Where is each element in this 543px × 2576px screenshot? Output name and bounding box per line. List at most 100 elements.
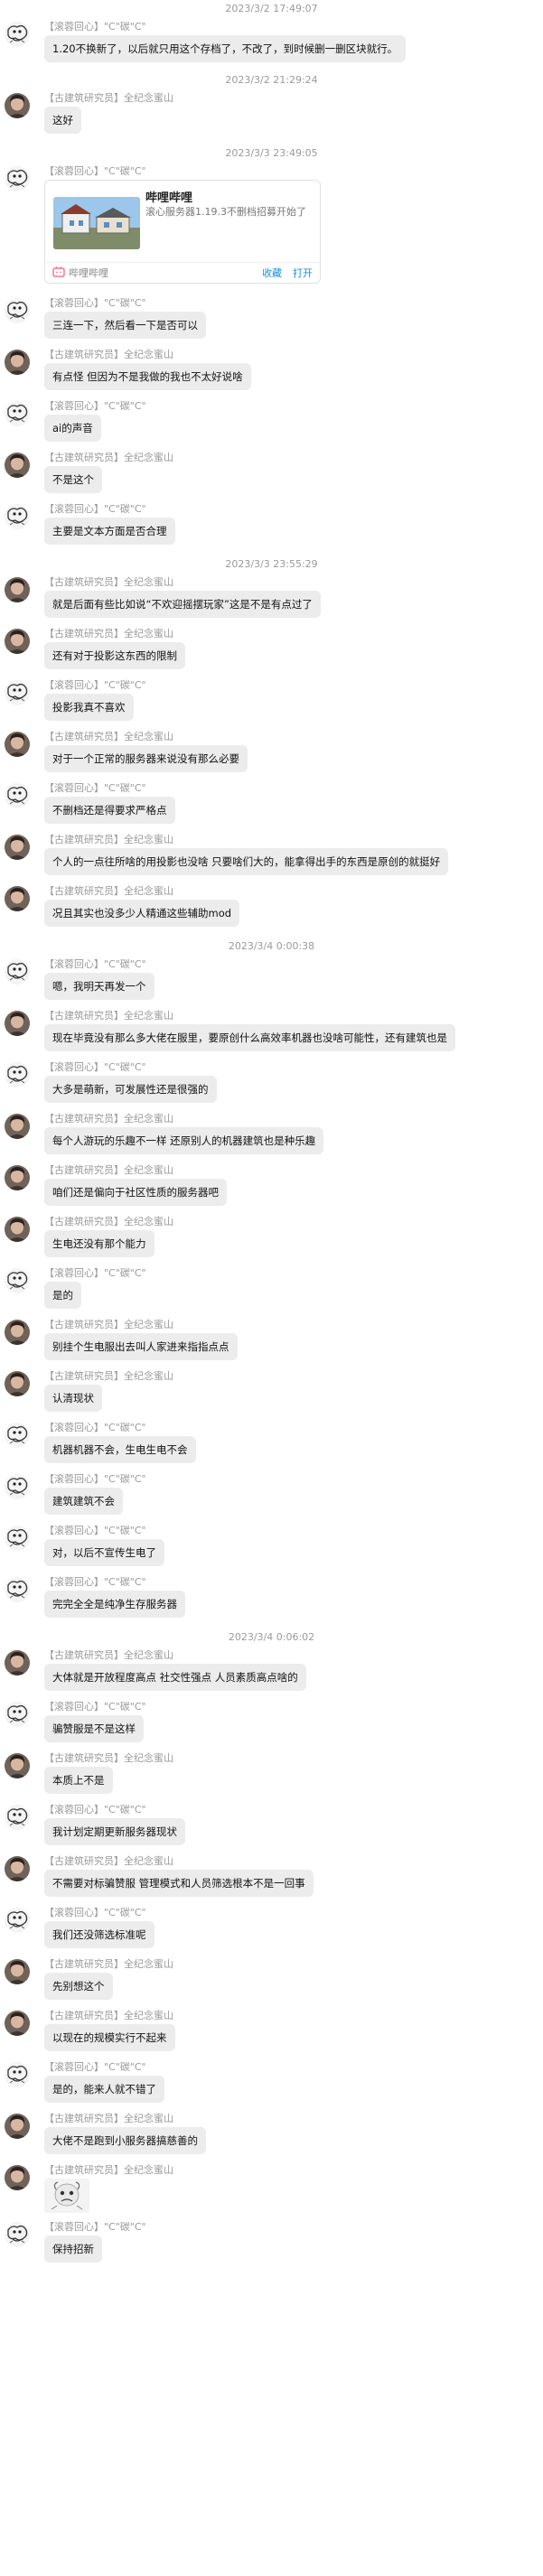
avatar[interactable] (5, 783, 30, 808)
avatar[interactable] (5, 1165, 30, 1190)
message-bubble[interactable]: 对，以后不宣传生电了 (44, 1539, 164, 1566)
avatar[interactable] (5, 1650, 30, 1675)
avatar[interactable] (5, 1753, 30, 1778)
avatar[interactable] (5, 835, 30, 860)
avatar[interactable] (5, 1526, 30, 1551)
message-bubble[interactable]: 嗯，我明天再发一个 (44, 973, 154, 1000)
avatar[interactable] (5, 680, 30, 705)
share-card[interactable]: 哔哩哔哩 滚心服务器1.19.3不删档招募开始了 哔哩哔哩收藏 打开 (44, 180, 321, 284)
message-bubble[interactable]: 生电还没有那个能力 (44, 1230, 154, 1257)
message-bubble[interactable]: 三连一下，然后看一下是否可以 (44, 312, 206, 339)
avatar[interactable] (5, 1011, 30, 1036)
message-bubble[interactable]: 大佬不是跑到小服务器搞慈善的 (44, 2127, 206, 2154)
message-bubble[interactable]: 认清现状 (44, 1385, 102, 1412)
avatar[interactable] (5, 1702, 30, 1727)
avatar[interactable] (5, 1114, 30, 1139)
message-bubble[interactable]: 骗赞服是不是这样 (44, 1715, 144, 1742)
message-bubble[interactable]: 别挂个生电服出去叫人家进来指指点点 (44, 1333, 238, 1360)
message-bubble[interactable]: 主要是文本方面是否合理 (44, 518, 175, 545)
message-bubble[interactable]: 不需要对标骗赞服 管理模式和人员筛选根本不是一回事 (44, 1870, 314, 1897)
avatar-photo-icon (5, 732, 30, 757)
message-bubble[interactable]: 现在毕竟没有那么多大佬在服里，要原创什么高效率机器也没啥可能性，还有建筑也是 (44, 1024, 455, 1051)
favorite-button[interactable]: 收藏 (262, 266, 282, 280)
message-bubble[interactable]: 有点怪 但因为不是我做的我也不太好说啥 (44, 363, 251, 390)
message-bubble[interactable]: 本质上不是 (44, 1767, 113, 1794)
message-bubble[interactable]: 还有对于投影这东西的限制 (44, 642, 185, 669)
avatar[interactable] (5, 1959, 30, 1984)
message-bubble[interactable]: ai的声音 (44, 415, 101, 442)
avatar[interactable] (5, 1268, 30, 1293)
message-bubble[interactable]: 不是这个 (44, 466, 102, 493)
avatar[interactable] (5, 1371, 30, 1396)
avatar[interactable] (5, 1805, 30, 1830)
avatar[interactable] (5, 959, 30, 985)
avatar[interactable] (5, 1423, 30, 1448)
avatar-photo-icon (5, 835, 30, 860)
message-bubble[interactable]: 大多是萌新，可发展性还是很强的 (44, 1076, 217, 1103)
avatar[interactable] (5, 2165, 30, 2190)
message-bubble[interactable]: 就是后面有些比如说“不欢迎摇摆玩家”这是不是有点过了 (44, 591, 321, 618)
message-bubble[interactable]: 我们还没筛选标准呢 (44, 1921, 154, 1948)
message-bubble[interactable]: 机器机器不会，生电生电不会 (44, 1436, 196, 1463)
avatar[interactable] (5, 2114, 30, 2139)
message-content: 【古建筑研究员】全纪念蜜山 现在毕竟没有那么多大佬在服里，要原创什么高效率机器也没… (44, 1010, 543, 1051)
message-bubble[interactable]: 咱们还是偏向于社区性质的服务器吧 (44, 1179, 227, 1206)
avatar[interactable] (5, 886, 30, 911)
avatar[interactable] (5, 1217, 30, 1242)
avatar[interactable] (5, 22, 30, 47)
avatar-sketch-icon (5, 1805, 30, 1830)
message-row: 【古建筑研究员】全纪念蜜山 不需要对标骗赞服 管理模式和人员筛选根本不是一回事 (0, 1853, 543, 1904)
message-bubble[interactable]: 是的，能来人就不错了 (44, 2076, 164, 2103)
message-row: 【古建筑研究员】全纪念蜜山 现在毕竟没有那么多大佬在服里，要原创什么高效率机器也没… (0, 1007, 543, 1059)
message-bubble[interactable]: 个人的一点往所啥的用投影也没啥 只要啥们大的，能拿得出手的东西是原创的就挺好 (44, 848, 449, 875)
avatar[interactable] (5, 2222, 30, 2247)
message-bubble[interactable]: 不删档还是得要求严格点 (44, 797, 175, 824)
avatar[interactable] (5, 93, 30, 118)
message-bubble[interactable]: 先别想这个 (44, 1973, 113, 2000)
message-bubble[interactable]: 投影我真不喜欢 (44, 694, 134, 721)
message-row: 【古建筑研究员】全纪念蜜山 生电还没有那个能力 (0, 1213, 543, 1265)
avatar[interactable] (5, 504, 30, 529)
message-bubble[interactable]: 以现在的规模实行不起来 (44, 2024, 175, 2051)
message-content: 【滚蓉回心】"C"碳"C" 建筑建筑不会 (44, 1473, 543, 1515)
share-card-body[interactable]: 哔哩哔哩 滚心服务器1.19.3不删档招募开始了 (45, 181, 320, 262)
open-button[interactable]: 打开 (293, 266, 313, 280)
message-bubble[interactable]: 建筑建筑不会 (44, 1488, 123, 1515)
message-bubble[interactable]: 对于一个正常的服务器来说没有那么必要 (44, 745, 248, 772)
message-row: 【滚蓉回心】"C"碳"C" 我们还没筛选标准呢 (0, 1904, 543, 1955)
avatar[interactable] (5, 2062, 30, 2087)
share-card-title: 哔哩哔哩 (145, 191, 193, 205)
avatar[interactable] (5, 1474, 30, 1499)
sender-name: 【古建筑研究员】全纪念蜜山 (44, 1164, 173, 1176)
message-bubble[interactable]: 况且其实也没多少人精通这些辅助mod (44, 900, 240, 927)
sender-name: 【古建筑研究员】全纪念蜜山 (44, 2164, 173, 2176)
avatar[interactable] (5, 350, 30, 375)
message-bubble[interactable]: 这好 (44, 107, 81, 134)
sender-name: 【滚蓉回心】"C"碳"C" (44, 679, 146, 691)
avatar[interactable] (5, 1577, 30, 1602)
message-bubble[interactable]: 每个人游玩的乐趣不一样 还原别人的机器建筑也是种乐趣 (44, 1127, 324, 1154)
message-bubble[interactable]: 我计划定期更新服务器现状 (44, 1818, 185, 1845)
avatar[interactable] (5, 732, 30, 757)
message-bubble[interactable]: 是的 (44, 1282, 81, 1309)
avatar[interactable] (5, 166, 30, 191)
avatar[interactable] (5, 2011, 30, 2036)
message-bubble[interactable]: 保持招新 (44, 2235, 102, 2263)
avatar[interactable] (5, 1320, 30, 1345)
message-row: 【滚蓉回心】"C"碳"C" ai的声音 (0, 397, 543, 449)
sender-name: 【滚蓉回心】"C"碳"C" (44, 1907, 146, 1918)
avatar[interactable] (5, 453, 30, 478)
avatar[interactable] (5, 1856, 30, 1881)
avatar[interactable] (5, 1908, 30, 1933)
avatar[interactable] (5, 577, 30, 602)
avatar[interactable] (5, 1062, 30, 1087)
sticker-image[interactable] (44, 2179, 89, 2213)
message-bubble[interactable]: 大体就是开放程度高点 社交性强点 人员素质高点啥的 (44, 1664, 306, 1691)
avatar-photo-icon (5, 577, 30, 602)
message-bubble[interactable]: 完完全全是纯净生存服务器 (44, 1591, 185, 1618)
sender-name: 【滚蓉回心】"C"碳"C" (44, 1525, 146, 1536)
avatar[interactable] (5, 401, 30, 426)
avatar[interactable] (5, 298, 30, 323)
avatar[interactable] (5, 629, 30, 654)
message-bubble[interactable]: 1.20不换新了，以后就只用这个存档了，不改了，到时候删一删区块就行。 (44, 35, 407, 62)
